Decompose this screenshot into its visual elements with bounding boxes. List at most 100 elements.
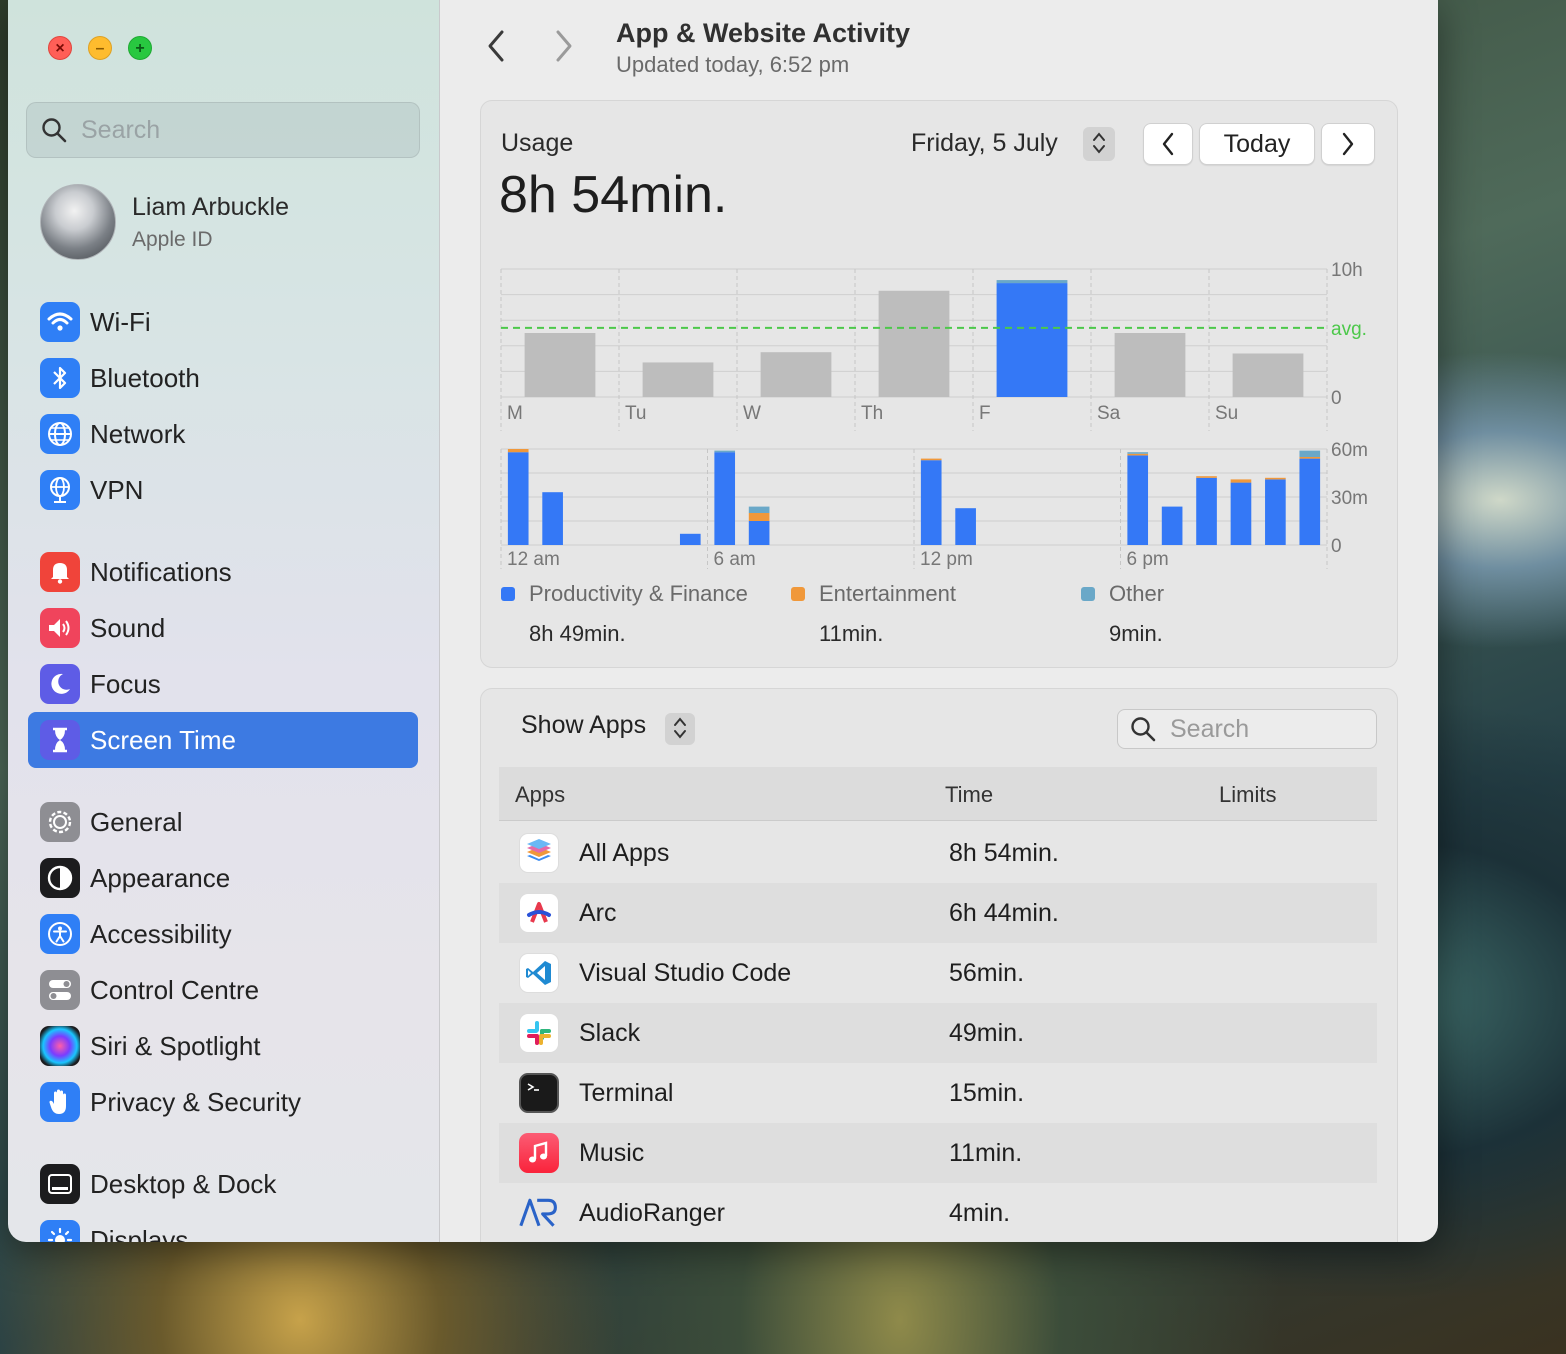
minimize-button[interactable]: – xyxy=(88,36,112,60)
page-title: App & Website Activity xyxy=(616,18,911,48)
show-apps-popup[interactable]: Show Apps xyxy=(521,711,646,740)
table-row[interactable]: Slack 49min. xyxy=(499,1003,1377,1063)
sidebar-item-notifications[interactable]: Notifications xyxy=(28,544,418,600)
apps-search-field[interactable]: Search xyxy=(1117,709,1377,749)
column-header-limits[interactable]: Limits xyxy=(1219,782,1276,808)
x-tick-label: F xyxy=(979,403,991,424)
app-time: 11min. xyxy=(949,1139,1023,1167)
dock-icon xyxy=(40,1164,80,1204)
sidebar-item-control-centre[interactable]: Control Centre xyxy=(28,962,418,1018)
sidebar-item-network[interactable]: Network xyxy=(28,406,418,462)
legend-swatch xyxy=(1081,587,1095,601)
sidebar-search-field[interactable]: Search xyxy=(26,102,420,158)
forward-chevron-icon[interactable] xyxy=(552,26,576,73)
y-tick-label: 0 xyxy=(1331,536,1342,557)
date-label[interactable]: Friday, 5 July xyxy=(911,129,1058,158)
sidebar-item-label: Wi-Fi xyxy=(90,306,151,337)
previous-day-button[interactable] xyxy=(1143,123,1193,165)
hour-bar-segment xyxy=(1161,506,1183,545)
hour-bar-segment xyxy=(714,450,736,453)
appearance-icon xyxy=(40,858,80,898)
traffic-lights: × – + xyxy=(48,36,152,60)
bar-w xyxy=(760,352,832,397)
sidebar-item-desktop-dock[interactable]: Desktop & Dock xyxy=(28,1156,418,1212)
sidebar-item-displays[interactable]: Displays xyxy=(28,1212,418,1242)
table-row[interactable]: Arc 6h 44min. xyxy=(499,883,1377,943)
sidebar-item-wifi[interactable]: Wi-Fi xyxy=(28,294,418,350)
slack-icon xyxy=(519,1013,559,1053)
app-time: 49min. xyxy=(949,1019,1025,1047)
app-time: 8h 54min. xyxy=(949,839,1059,867)
page-subtitle: Updated today, 6:52 pm xyxy=(616,52,850,77)
legend-entertainment: Entertainment xyxy=(791,581,956,607)
table-row[interactable]: All Apps 8h 54min. xyxy=(499,823,1377,883)
sidebar-item-label: Sound xyxy=(90,612,166,643)
app-name: Terminal xyxy=(579,1079,674,1107)
sidebar-item-label: Privacy & Security xyxy=(90,1086,301,1117)
date-stepper[interactable] xyxy=(1083,127,1115,161)
sidebar-item-sound[interactable]: Sound xyxy=(28,600,418,656)
usage-card: Usage 8h 54min. Friday, 5 July Today M Tu… xyxy=(480,100,1398,668)
bluetooth-icon xyxy=(40,358,80,398)
hour-bar-segment xyxy=(1265,479,1286,545)
sidebar-item-privacy-security[interactable]: Privacy & Security xyxy=(28,1074,418,1130)
stepper-updown-icon xyxy=(1093,132,1105,154)
sidebar-item-appearance[interactable]: Appearance xyxy=(28,850,418,906)
sidebar-group-general: General Appearance Accessibility Control… xyxy=(28,794,418,1130)
sidebar-item-focus[interactable]: Focus xyxy=(28,656,418,712)
close-button[interactable]: × xyxy=(48,36,72,60)
sidebar-item-screen-time[interactable]: Screen Time xyxy=(28,712,418,768)
app-time: 15min. xyxy=(949,1079,1025,1107)
hour-bar-segment xyxy=(1299,450,1321,457)
hour-bar-segment xyxy=(955,508,976,545)
table-row[interactable]: AudioRanger 4min. xyxy=(499,1183,1377,1242)
sidebar-item-label: Displays xyxy=(90,1224,189,1243)
daily-usage-chart: M Tu W Th F Sa Su avg. 10h 0 xyxy=(500,260,1367,431)
apple-id-profile[interactable]: Liam Arbuckle Apple ID xyxy=(40,184,289,260)
vscode-icon xyxy=(519,953,559,993)
hand-icon xyxy=(40,1082,80,1122)
sidebar-item-accessibility[interactable]: Accessibility xyxy=(28,906,418,962)
app-name: All Apps xyxy=(579,839,670,867)
legend-value: 9min. xyxy=(1109,621,1163,646)
today-button[interactable]: Today xyxy=(1199,123,1315,165)
sidebar-item-label: Appearance xyxy=(90,862,231,893)
sidebar-item-label: Screen Time xyxy=(90,724,236,755)
sidebar-search-placeholder: Search xyxy=(81,115,161,144)
hour-bar-segment xyxy=(1127,455,1149,545)
globe-icon xyxy=(40,414,80,454)
y-tick-label: 30m xyxy=(1331,488,1368,509)
hourglass-icon xyxy=(40,720,80,760)
hour-bar-segment xyxy=(542,492,563,545)
x-tick-label: 6 pm xyxy=(1127,549,1169,569)
hourly-usage-chart: 12 am 6 am 12 pm 6 pm 60m 30m 0 xyxy=(500,440,1368,569)
sidebar-item-general[interactable]: General xyxy=(28,794,418,850)
avatar xyxy=(40,184,116,260)
show-apps-stepper[interactable] xyxy=(665,713,695,745)
back-chevron-icon[interactable] xyxy=(484,26,508,73)
moon-icon xyxy=(40,664,80,704)
x-tick-label: Sa xyxy=(1097,403,1121,424)
sidebar-item-label: VPN xyxy=(90,474,144,505)
hour-bar-segment xyxy=(1127,452,1149,454)
apps-search-placeholder: Search xyxy=(1170,714,1250,743)
sidebar-item-siri-spotlight[interactable]: Siri & Spotlight xyxy=(28,1018,418,1074)
bell-icon xyxy=(40,552,80,592)
column-header-apps[interactable]: Apps xyxy=(515,782,565,808)
wifi-icon xyxy=(40,302,80,342)
table-row[interactable]: Terminal 15min. xyxy=(499,1063,1377,1123)
table-row[interactable]: Music 11min. xyxy=(499,1123,1377,1183)
main-pane: App & Website Activity Updated today, 6:… xyxy=(440,0,1438,1242)
sidebar-item-vpn[interactable]: VPN xyxy=(28,462,418,518)
hour-bar-segment xyxy=(1196,477,1217,545)
sidebar-item-bluetooth[interactable]: Bluetooth xyxy=(28,350,418,406)
app-name: Slack xyxy=(579,1019,641,1047)
stepper-updown-icon xyxy=(674,717,686,739)
sidebar-item-label: Notifications xyxy=(90,556,232,587)
zoom-button[interactable]: + xyxy=(128,36,152,60)
next-day-button[interactable] xyxy=(1321,123,1375,165)
column-header-time[interactable]: Time xyxy=(945,782,993,808)
sidebar-item-label: General xyxy=(90,806,183,837)
music-icon xyxy=(519,1133,559,1173)
table-row[interactable]: Visual Studio Code 56min. xyxy=(499,943,1377,1003)
